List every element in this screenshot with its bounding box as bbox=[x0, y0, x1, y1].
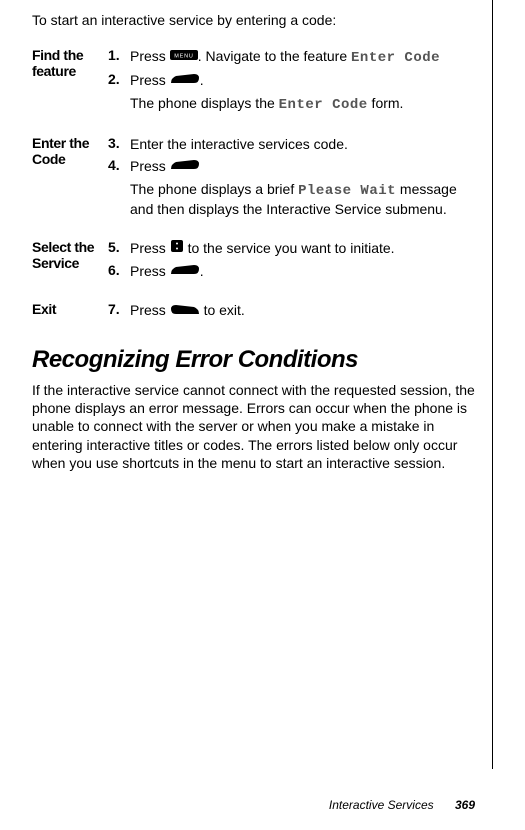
row-label: Find the feature bbox=[32, 47, 108, 119]
text: to the service you want to initiate. bbox=[184, 240, 395, 256]
code-text: Please Wait bbox=[298, 183, 396, 199]
row-steps: 5. Press to the service you want to init… bbox=[108, 239, 475, 286]
step: 2. Press . bbox=[108, 71, 475, 90]
table-row: Select the Service 5. Press to the servi… bbox=[32, 231, 475, 294]
step-number: 2. bbox=[108, 71, 130, 90]
text: Press bbox=[130, 302, 170, 318]
text: . bbox=[200, 263, 204, 279]
step-number: 3. bbox=[108, 135, 130, 153]
row-label: Exit bbox=[32, 301, 108, 324]
table-row: Enter the Code 3. Enter the interactive … bbox=[32, 127, 475, 231]
scroll-key-icon bbox=[170, 239, 184, 257]
step: 1. Press MENU . Navigate to the feature E… bbox=[108, 47, 475, 67]
step-body: Enter the interactive services code. bbox=[130, 135, 475, 153]
text: The phone displays a brief bbox=[130, 181, 298, 197]
step-body: Press . bbox=[130, 262, 475, 281]
step-body: Press bbox=[130, 157, 475, 176]
step-body: Press . bbox=[130, 71, 475, 90]
vertical-rule bbox=[492, 0, 493, 769]
table-row: Find the feature 1. Press MENU . Navigate… bbox=[32, 39, 475, 127]
step: 5. Press to the service you want to init… bbox=[108, 239, 475, 258]
section-heading: Recognizing Error Conditions bbox=[32, 347, 475, 373]
text: Press bbox=[130, 240, 170, 256]
step-number: 4. bbox=[108, 157, 130, 176]
code-text: Enter Code bbox=[351, 50, 440, 66]
text: Press bbox=[130, 158, 170, 174]
row-label: Select the Service bbox=[32, 239, 108, 286]
page-footer: Interactive Services 369 bbox=[329, 798, 475, 812]
footer-title: Interactive Services bbox=[329, 798, 434, 812]
text: . bbox=[200, 72, 204, 88]
step: 3. Enter the interactive services code. bbox=[108, 135, 475, 153]
row-steps: 3. Enter the interactive services code. … bbox=[108, 135, 475, 223]
text: Press bbox=[130, 48, 170, 64]
table-row: Exit 7. Press to exit. bbox=[32, 293, 475, 332]
row-label: Enter the Code bbox=[32, 135, 108, 223]
text: to exit. bbox=[200, 302, 245, 318]
text: The phone displays the bbox=[130, 95, 279, 111]
soft-key-right-icon bbox=[170, 157, 200, 175]
step: 7. Press to exit. bbox=[108, 301, 475, 320]
row-steps: 1. Press MENU . Navigate to the feature E… bbox=[108, 47, 475, 119]
step-number: 1. bbox=[108, 47, 130, 67]
intro-text: To start an interactive service by enter… bbox=[32, 12, 475, 29]
procedure-table: Find the feature 1. Press MENU . Navigate… bbox=[32, 39, 475, 333]
step-sub: The phone displays a brief Please Wait m… bbox=[130, 180, 475, 218]
text: . Navigate to the feature bbox=[198, 48, 351, 64]
row-steps: 7. Press to exit. bbox=[108, 301, 475, 324]
code-text: Enter Code bbox=[279, 97, 368, 113]
soft-key-right-icon bbox=[170, 71, 200, 89]
soft-key-left-icon bbox=[170, 302, 200, 320]
soft-key-right-icon bbox=[170, 262, 200, 280]
svg-text:MENU: MENU bbox=[174, 54, 193, 60]
step-number: 7. bbox=[108, 301, 130, 320]
footer-page-number: 369 bbox=[455, 798, 475, 812]
text: form. bbox=[368, 95, 404, 111]
step-body: Press to the service you want to initiat… bbox=[130, 239, 475, 258]
text: Press bbox=[130, 72, 170, 88]
menu-icon: MENU bbox=[170, 47, 198, 65]
section-paragraph: If the interactive service cannot connec… bbox=[32, 381, 475, 472]
step-number: 6. bbox=[108, 262, 130, 281]
step-sub: The phone displays the Enter Code form. bbox=[130, 94, 475, 114]
text: Press bbox=[130, 263, 170, 279]
step-body: Press to exit. bbox=[130, 301, 475, 320]
text: Enter the interactive services code. bbox=[130, 136, 348, 152]
step: 4. Press bbox=[108, 157, 475, 176]
step-number: 5. bbox=[108, 239, 130, 258]
step: 6. Press . bbox=[108, 262, 475, 281]
step-body: Press MENU . Navigate to the feature Ente… bbox=[130, 47, 475, 67]
